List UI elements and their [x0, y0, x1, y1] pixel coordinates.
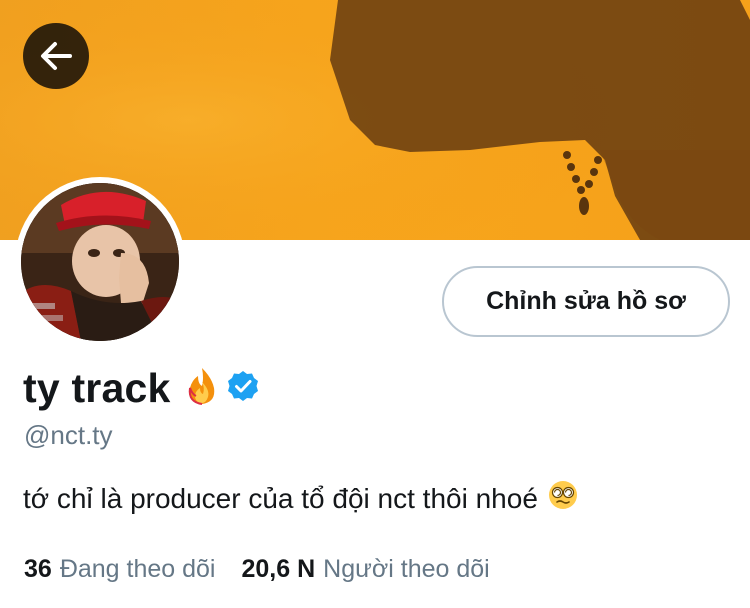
following-count: 36 [24, 555, 52, 583]
verified-badge-icon [226, 369, 260, 408]
avatar-photo [21, 183, 179, 341]
back-arrow-icon [41, 42, 72, 70]
display-name: ty track [23, 365, 171, 411]
following-stat[interactable]: 36 Đang theo dõi [24, 555, 216, 584]
following-label: Đang theo dõi [59, 555, 216, 583]
followers-label: Người theo dõi [323, 555, 490, 583]
edit-profile-label: Chỉnh sửa hồ sơ [486, 287, 686, 315]
profile-avatar[interactable] [15, 177, 185, 347]
edit-profile-button[interactable]: Chỉnh sửa hồ sơ [442, 266, 730, 337]
display-name-row: ty track [23, 365, 260, 412]
dizzy-face-emoji-icon [548, 480, 578, 517]
profile-bio: tớ chỉ là producer của tổ đội nct thôi n… [23, 480, 578, 517]
followers-stat[interactable]: 20,6 N Người theo dõi [242, 555, 490, 584]
follow-stats: 36 Đang theo dõi 20,6 N Người theo dõi [24, 555, 490, 584]
back-button[interactable] [23, 23, 89, 89]
bio-text: tớ chỉ là producer của tổ đội nct thôi n… [23, 482, 538, 514]
followers-count: 20,6 N [241, 555, 316, 583]
user-handle: @nct.ty [24, 420, 113, 450]
fire-icon [184, 366, 220, 411]
